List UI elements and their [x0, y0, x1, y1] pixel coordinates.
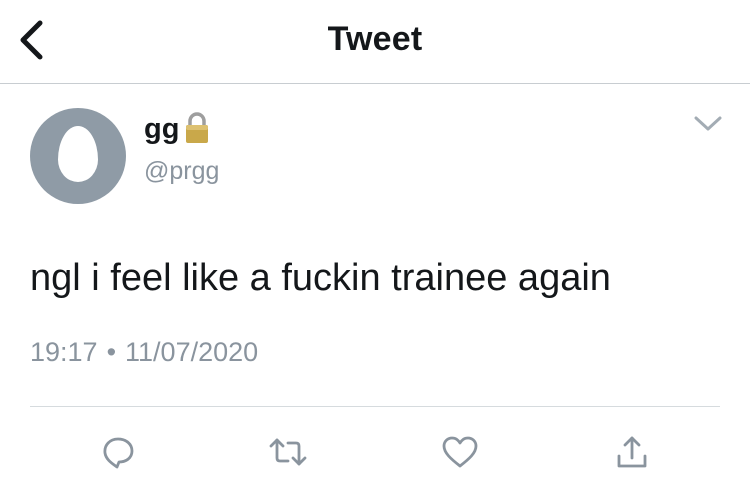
author-name-row[interactable]: gg	[144, 112, 209, 146]
share-icon	[617, 436, 647, 468]
like-button[interactable]	[440, 432, 480, 472]
avatar[interactable]	[30, 108, 126, 204]
username[interactable]: @prgg	[144, 157, 219, 186]
reply-icon	[103, 437, 134, 469]
tweet-date: 11/07/2020	[125, 337, 259, 367]
tweet-text: ngl i feel like a fuckin trainee again	[30, 257, 611, 299]
divider	[30, 406, 720, 407]
tweet-action-bar	[0, 424, 750, 480]
display-name[interactable]: gg	[144, 112, 179, 146]
heart-icon	[442, 436, 478, 468]
lock-icon	[186, 112, 209, 143]
tweet-options-button[interactable]	[686, 108, 730, 140]
page-title: Tweet	[327, 20, 423, 58]
retweet-icon	[269, 438, 307, 466]
navigation-bar: Tweet	[0, 0, 750, 84]
reply-button[interactable]	[98, 432, 138, 472]
tweet-timestamp: 19:17 • 11/07/2020	[30, 337, 258, 368]
tweet-time: 19:17	[30, 337, 98, 367]
retweet-button[interactable]	[268, 432, 308, 472]
share-button[interactable]	[612, 432, 652, 472]
chevron-down-icon	[694, 116, 722, 131]
meta-separator: •	[106, 337, 117, 367]
egg-avatar-icon	[58, 126, 98, 182]
